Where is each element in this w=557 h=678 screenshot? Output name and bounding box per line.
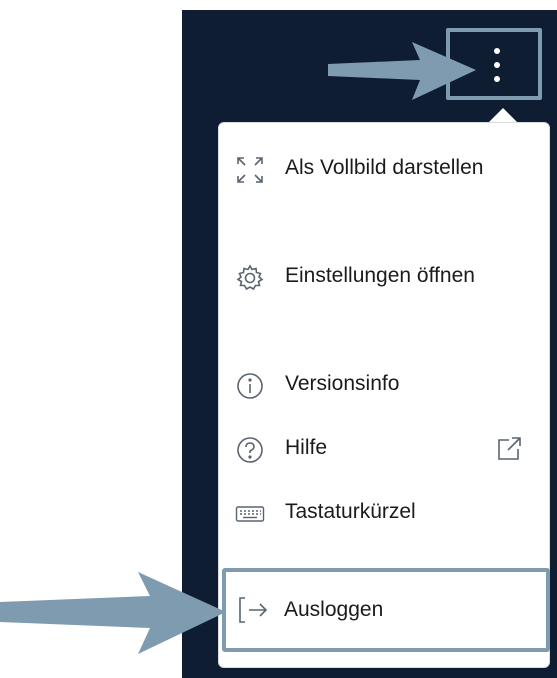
- kebab-dot: [494, 62, 500, 68]
- gear-icon: [235, 263, 265, 293]
- menu-item-help[interactable]: Hilfe: [219, 427, 549, 469]
- info-icon: [235, 371, 265, 401]
- menu-item-label: Versionsinfo: [285, 372, 400, 395]
- menu-item-version-info[interactable]: Versionsinfo: [219, 363, 549, 405]
- menu-item-shortcuts[interactable]: Tastaturkürzel: [219, 491, 549, 533]
- help-icon: [235, 435, 265, 465]
- menu-item-label: Hilfe: [285, 436, 328, 459]
- fullscreen-icon: [235, 155, 265, 185]
- logout-button[interactable]: Ausloggen: [222, 568, 550, 652]
- menu-item-fullscreen[interactable]: Als Vollbild darstellen: [219, 147, 549, 189]
- logout-label: Ausloggen: [284, 598, 384, 621]
- logout-icon: [236, 594, 270, 626]
- arrow-right-icon: [328, 42, 476, 100]
- menu-item-label: Einstellungen öffnen: [285, 264, 475, 287]
- menu-item-label: Als Vollbild darstellen: [285, 156, 484, 179]
- menu-item-label: Tastaturkürzel: [285, 500, 416, 523]
- arrow-right-icon: [0, 572, 226, 654]
- keyboard-icon: [235, 499, 265, 529]
- kebab-dot: [494, 48, 500, 54]
- external-link-icon: [495, 435, 523, 463]
- menu-item-settings[interactable]: Einstellungen öffnen: [219, 255, 549, 297]
- kebab-dot: [494, 76, 500, 82]
